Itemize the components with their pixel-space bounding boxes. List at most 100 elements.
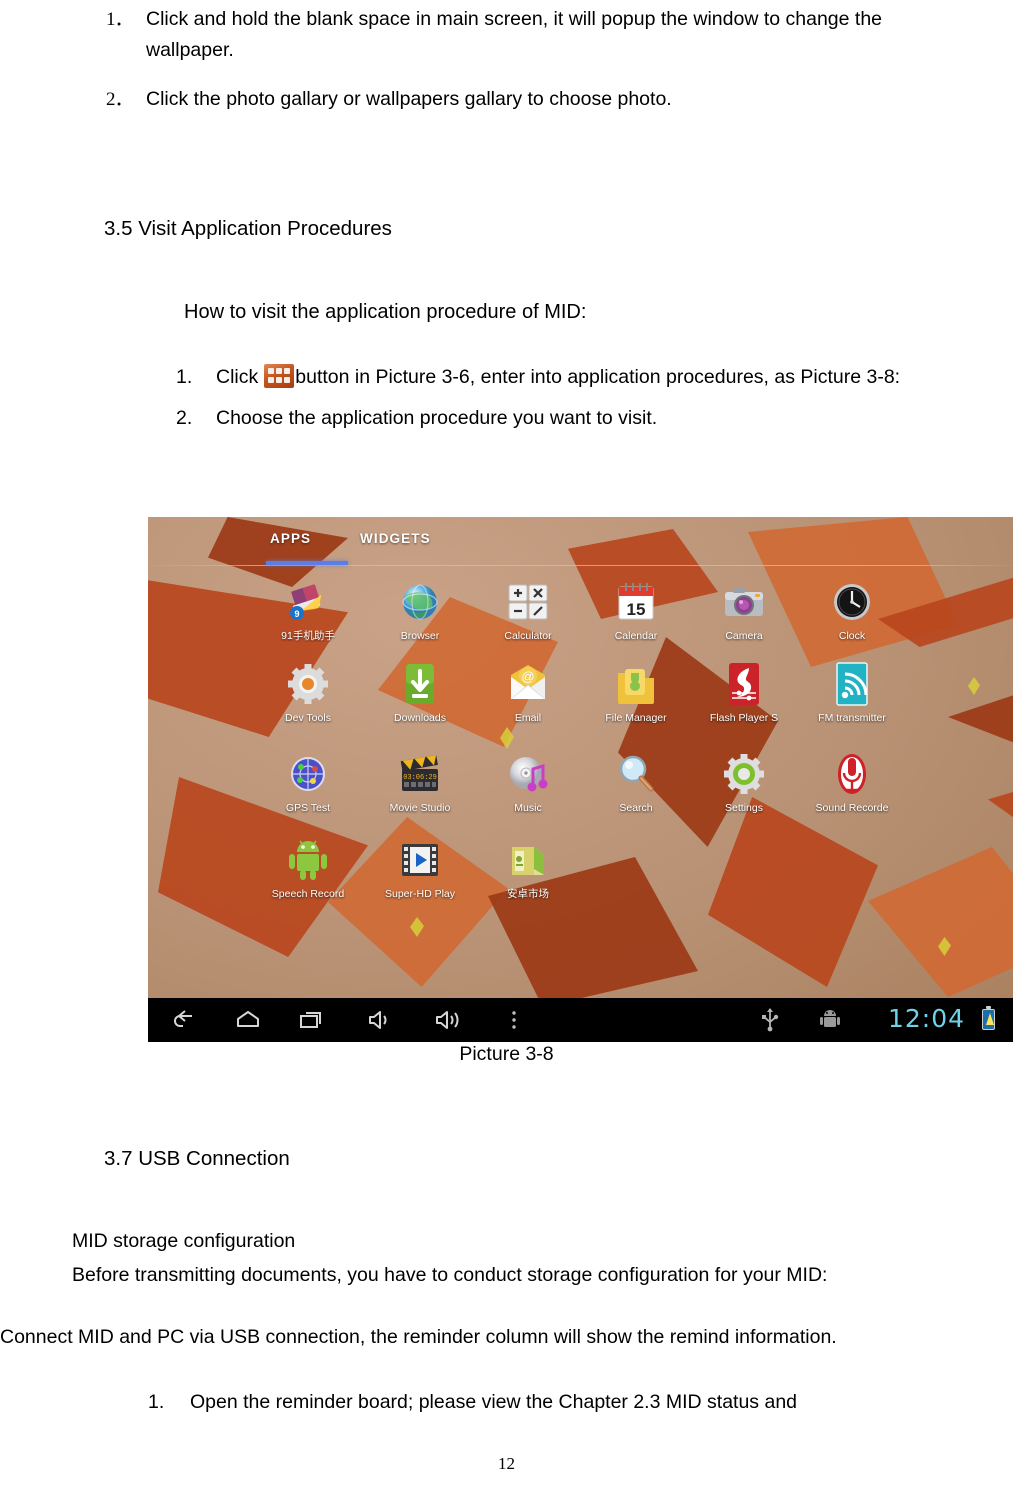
app-item-91-assistant[interactable]: 9 91手机助手 (248, 577, 368, 642)
list-item: 1． Click and hold the blank space in mai… (90, 4, 890, 66)
list-marker: 1． (106, 9, 133, 30)
app-label: Browser (400, 630, 440, 642)
list-item: 2. Choose the application procedure you … (176, 399, 920, 438)
speech-record-android-icon (283, 835, 333, 885)
app-item-search[interactable]: Search (576, 749, 696, 814)
email-icon: @ (503, 659, 553, 709)
volume-up-icon[interactable] (434, 1006, 462, 1034)
movie-studio-icon: 03:06:29 (395, 749, 445, 799)
svg-text:15: 15 (627, 600, 646, 619)
system-navigation-bar: 12:04 (148, 998, 1013, 1042)
usb-icon (756, 1006, 784, 1034)
app-label: Music (514, 802, 542, 814)
app-label: Speech Record (271, 888, 345, 900)
svg-text:9: 9 (294, 609, 299, 619)
android-debug-icon (816, 1006, 844, 1034)
app-label: Clock (838, 630, 866, 642)
list-marker: 1. (176, 366, 193, 388)
list-marker: 1. (148, 1391, 165, 1413)
settings-gear-icon (719, 749, 769, 799)
section-heading-35: 3.5 Visit Application Procedures (104, 217, 392, 240)
app-item-super-hd-play[interactable]: Super-HD Play (360, 835, 480, 900)
svg-text:@: @ (521, 669, 534, 684)
list-text: Click and hold the blank space in main s… (146, 8, 883, 61)
launcher-tabbar: APPS WIDGETS (148, 517, 1013, 565)
list-item: 2． Click the photo gallary or wallpapers… (90, 84, 890, 115)
status-clock: 12:04 (887, 1004, 965, 1033)
app-label: Calendar (614, 630, 658, 642)
app-item-browser[interactable]: Browser (360, 577, 480, 642)
app-grid-row: 9 91手机助手 Browser Calculator 15 Calendar … (148, 573, 1013, 659)
app-item-calendar[interactable]: 15 Calendar (576, 577, 696, 642)
tab-widgets[interactable]: WIDGETS (360, 531, 431, 546)
section-heading-37: 3.7 USB Connection (104, 1147, 290, 1170)
clock-icon (827, 577, 877, 627)
volume-down-icon[interactable] (366, 1006, 394, 1034)
step-text-before-icon: Click (216, 366, 259, 388)
app-item-movie-studio[interactable]: 03:06:29 Movie Studio (360, 749, 480, 814)
app-label: 91手机助手 (281, 630, 335, 642)
app-item-clock[interactable]: Clock (792, 577, 912, 642)
calculator-icon (503, 577, 553, 627)
app-item-fm-transmitter[interactable]: FM transmitter (792, 659, 912, 724)
section-35-intro: How to visit the application procedure o… (184, 301, 587, 323)
app-item-downloads[interactable]: Downloads (360, 659, 480, 724)
tab-separator (148, 565, 1013, 566)
app-item-gps-test[interactable]: GPS Test (248, 749, 368, 814)
home-icon[interactable] (234, 1006, 262, 1034)
app-item-android-market[interactable]: 安卓市场 (468, 835, 588, 900)
app-label: File Manager (605, 712, 667, 724)
assistant-91-icon: 9 (283, 577, 333, 627)
app-item-music[interactable]: Music (468, 749, 588, 814)
back-icon[interactable] (170, 1006, 198, 1034)
app-grid-row: GPS Test 03:06:29 Movie Studio Music Sea… (148, 747, 1013, 835)
gps-test-icon (283, 749, 333, 799)
app-item-camera[interactable]: Camera (684, 577, 804, 642)
downloads-icon (395, 659, 445, 709)
app-item-dev-tools[interactable]: Dev Tools (248, 659, 368, 724)
search-magnifier-icon (611, 749, 661, 799)
calendar-icon: 15 (611, 577, 661, 627)
app-label: Email (514, 712, 542, 724)
section-37-line1: MID storage configuration (72, 1230, 296, 1252)
app-label: Movie Studio (389, 802, 451, 814)
super-hd-player-icon (395, 835, 445, 885)
battery-charging-icon (982, 1006, 995, 1030)
app-item-speech-record[interactable]: Speech Record (248, 835, 368, 900)
app-item-flash-player[interactable]: Flash Player S (684, 659, 804, 724)
app-item-file-manager[interactable]: File Manager (576, 659, 696, 724)
figure-tablet-screenshot: APPS WIDGETS 9 91手机助手 Browser Calculator… (148, 517, 1013, 1042)
app-label: Super-HD Play (384, 888, 456, 900)
list-item: 1. Open the reminder board; please view … (148, 1388, 928, 1416)
app-label: 安卓市场 (507, 888, 549, 900)
app-label: GPS Test (285, 802, 331, 814)
list-item: 1. Click button in Picture 3-6, enter in… (176, 358, 920, 397)
app-item-email[interactable]: @ Email (468, 659, 588, 724)
music-icon (503, 749, 553, 799)
app-item-calculator[interactable]: Calculator (468, 577, 588, 642)
top-steps-list: 1． Click and hold the blank space in mai… (90, 4, 890, 129)
figure-caption: Picture 3-8 (459, 1043, 554, 1065)
section-35-steps: 1. Click button in Picture 3-6, enter in… (0, 358, 1013, 438)
app-label: Search (619, 802, 653, 814)
list-marker: 2． (106, 89, 133, 110)
recents-icon[interactable] (298, 1006, 326, 1034)
step-text: Choose the application procedure you wan… (216, 407, 658, 429)
section-37-steps: 1. Open the reminder board; please view … (148, 1388, 928, 1416)
app-grid-row: Speech Record Super-HD Play 安卓市场 (148, 835, 1013, 923)
app-label: Camera (725, 630, 763, 642)
camera-icon (719, 577, 769, 627)
document-page: 1． Click and hold the blank space in mai… (0, 0, 1013, 1488)
app-label: Downloads (394, 712, 446, 724)
dev-tools-gear-icon (283, 659, 333, 709)
app-item-settings[interactable]: Settings (684, 749, 804, 814)
app-label: FM transmitter (818, 712, 886, 724)
tab-apps[interactable]: APPS (270, 531, 311, 546)
step-text: Open the reminder board; please view the… (190, 1391, 798, 1413)
menu-overflow-icon[interactable] (500, 1006, 528, 1034)
app-label: Calculator (504, 630, 552, 642)
app-item-sound-recorder[interactable]: Sound Recorde (792, 749, 912, 814)
sound-recorder-icon (827, 749, 877, 799)
file-manager-icon (611, 659, 661, 709)
app-label: Dev Tools (285, 712, 331, 724)
